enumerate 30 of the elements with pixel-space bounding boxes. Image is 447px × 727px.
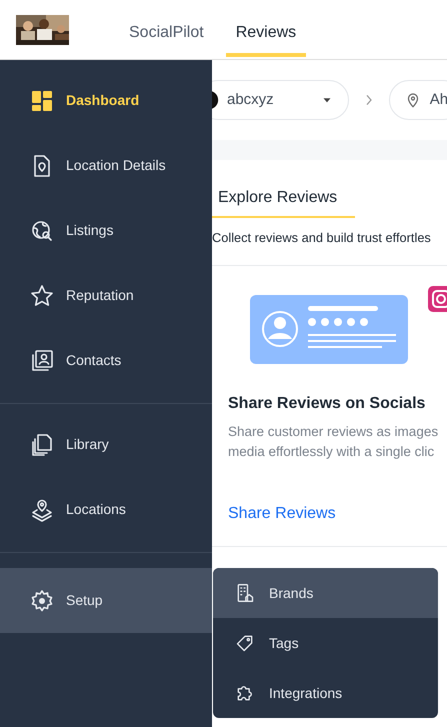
- stacked-pages-icon: [30, 432, 54, 456]
- nav-tab[interactable]: SocialPilot: [119, 12, 214, 56]
- dashboard-icon: [30, 88, 54, 112]
- sidebar-item[interactable]: Reputation: [0, 263, 212, 328]
- sidebar-item[interactable]: Dashboard: [0, 68, 212, 133]
- building-icon: [235, 583, 255, 603]
- menu-item[interactable]: Tags: [213, 618, 438, 668]
- menu-item[interactable]: Integrations: [213, 668, 438, 718]
- share-reviews-link[interactable]: Share Reviews: [228, 505, 336, 522]
- sidebar-item[interactable]: Locations: [0, 477, 212, 542]
- menu-item[interactable]: Brands: [213, 568, 438, 618]
- sidebar-item[interactable]: Listings: [0, 198, 212, 263]
- card-subtitle: Collect reviews and build trust effortles: [212, 229, 432, 247]
- puzzle-icon: [235, 683, 255, 703]
- sidebar-item[interactable]: Setup: [0, 568, 212, 633]
- map-pin-layers-icon: [30, 498, 54, 522]
- breadcrumb-pill[interactable]: abcxyz: [212, 80, 349, 120]
- globe-search-icon: [30, 218, 54, 242]
- feature-title: Share Reviews on Socials: [228, 394, 426, 414]
- contact-card-icon: [30, 348, 54, 372]
- tag-icon: [235, 633, 255, 653]
- sidebar-item[interactable]: Library: [0, 412, 212, 477]
- breadcrumb-pill[interactable]: Ah: [388, 80, 447, 120]
- description-line: Share customer reviews as images: [228, 423, 440, 442]
- card-tab[interactable]: Explore Reviews: [212, 178, 356, 218]
- sidebar-item[interactable]: Contacts: [0, 328, 212, 393]
- star-icon: [30, 284, 54, 308]
- sidebar-item[interactable]: Location Details: [0, 133, 212, 198]
- settings-icon: [30, 588, 54, 612]
- description-line: media effortlessly with a single clic: [228, 443, 436, 462]
